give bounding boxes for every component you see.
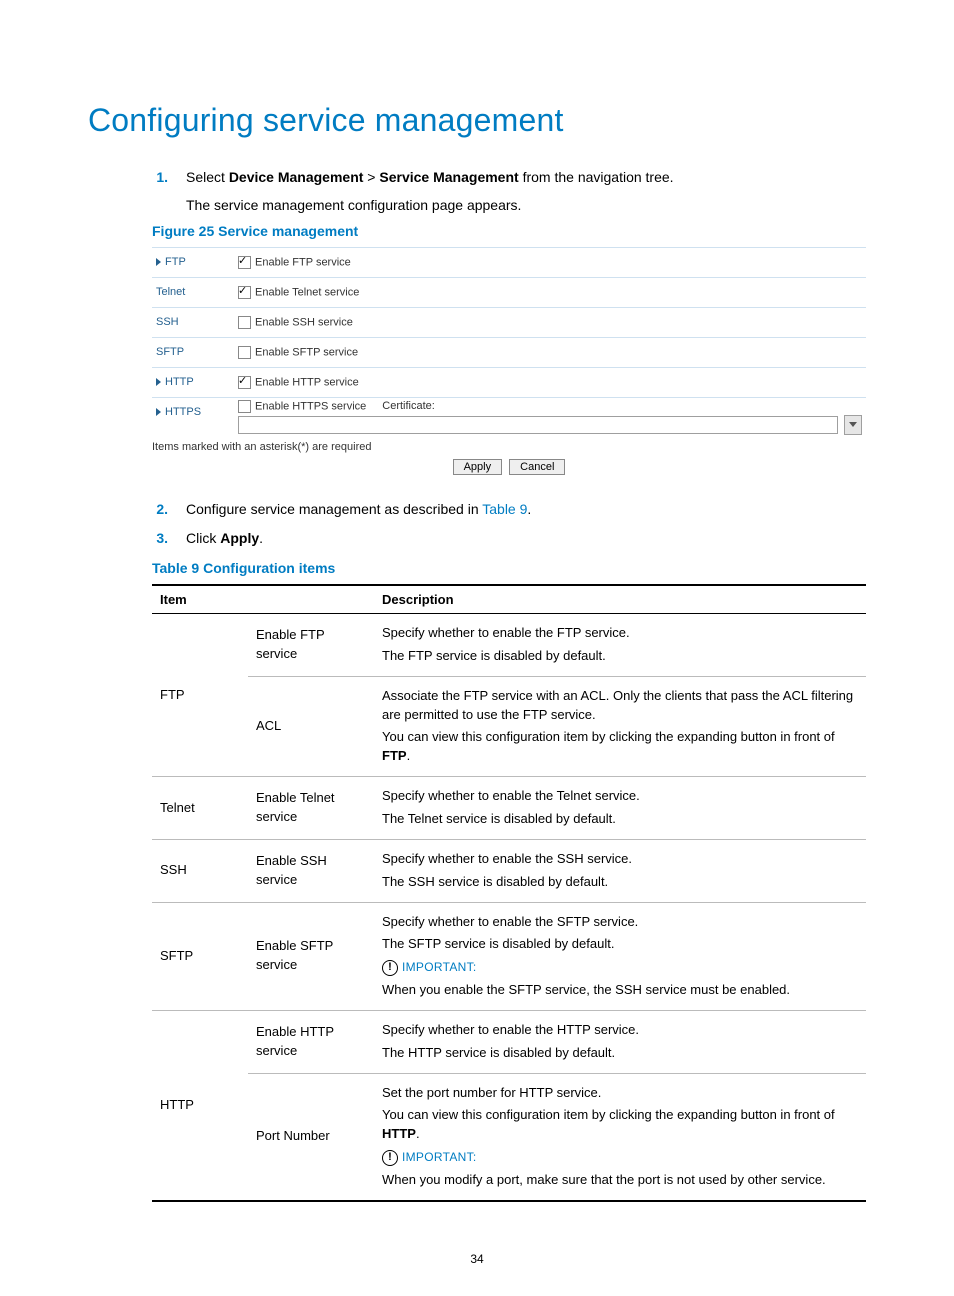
item-http-port: Port Number [248, 1073, 374, 1201]
item-enable-telnet: Enable Telnet service [248, 777, 374, 840]
desc-sftp-1: Specify whether to enable the SFTP servi… [382, 913, 858, 932]
http-label-text: HTTP [165, 376, 194, 388]
ssh-row-label: SSH [156, 316, 238, 328]
step-1-text: Select Device Management > Service Manag… [186, 167, 866, 189]
table-9-link[interactable]: Table 9 [482, 501, 527, 517]
desc-sftp-3: When you enable the SFTP service, the SS… [382, 981, 858, 1000]
step-1-frag-a: Select [186, 169, 229, 185]
step-1-number: 1. [152, 167, 168, 189]
important-icon: ! [382, 960, 398, 976]
enable-sftp-checkbox[interactable] [238, 346, 251, 359]
desc-ssh-1: Specify whether to enable the SSH servic… [382, 850, 858, 869]
figure-25-caption: Figure 25 Service management [152, 223, 866, 239]
group-sftp: SFTP [152, 902, 248, 1010]
step-1-frag-c: > [363, 169, 379, 185]
desc-http-port-2: You can view this configuration item by … [382, 1106, 858, 1144]
desc-sftp-2: The SFTP service is disabled by default. [382, 935, 858, 954]
group-telnet: Telnet [152, 777, 248, 840]
step-3-frag-b: Apply [220, 530, 259, 546]
desc-http-port-3: When you modify a port, make sure that t… [382, 1171, 858, 1190]
enable-telnet-label: Enable Telnet service [255, 286, 359, 298]
step-1-frag-b: Device Management [229, 169, 364, 185]
step-2-frag-b: . [527, 501, 531, 517]
th-description: Description [374, 585, 866, 614]
page-number: 34 [0, 1252, 954, 1266]
certificate-dropdown-button[interactable] [844, 415, 862, 435]
enable-https-label: Enable HTTPS service [255, 400, 366, 412]
group-ssh: SSH [152, 839, 248, 902]
desc-telnet-1: Specify whether to enable the Telnet ser… [382, 787, 858, 806]
desc-http-port-1: Set the port number for HTTP service. [382, 1084, 858, 1103]
desc-ftp-acl-1: Associate the FTP service with an ACL. O… [382, 687, 858, 725]
desc-ftp-enable-2: The FTP service is disabled by default. [382, 647, 858, 666]
expand-icon[interactable] [156, 258, 161, 266]
enable-sftp-label: Enable SFTP service [255, 346, 358, 358]
desc-ssh-2: The SSH service is disabled by default. [382, 873, 858, 892]
item-enable-ssh: Enable SSH service [248, 839, 374, 902]
group-http: HTTP [152, 1010, 248, 1200]
step-2-frag-a: Configure service management as describe… [186, 501, 482, 517]
table-9-caption: Table 9 Configuration items [152, 560, 866, 576]
item-enable-sftp: Enable SFTP service [248, 902, 374, 1010]
cancel-button[interactable]: Cancel [509, 459, 565, 475]
important-label: IMPORTANT: [402, 960, 477, 974]
step-3-text: Click Apply. [186, 528, 866, 550]
enable-ftp-label: Enable FTP service [255, 256, 351, 268]
expand-icon[interactable] [156, 408, 161, 416]
desc-telnet-2: The Telnet service is disabled by defaul… [382, 810, 858, 829]
step-3-frag-a: Click [186, 530, 220, 546]
certificate-label: Certificate: [382, 400, 435, 412]
important-label: IMPORTANT: [402, 1150, 477, 1164]
ftp-label-text: FTP [165, 256, 186, 268]
enable-https-checkbox[interactable] [238, 400, 251, 413]
sftp-row-label: SFTP [156, 346, 238, 358]
item-enable-http: Enable HTTP service [248, 1010, 374, 1073]
required-note: Items marked with an asterisk(*) are req… [152, 441, 866, 453]
page-title: Configuring service management [88, 102, 866, 139]
step-2-number: 2. [152, 499, 168, 521]
service-management-panel: FTP Enable FTP service Telnet Enable Tel… [152, 247, 866, 475]
telnet-row-label: Telnet [156, 286, 238, 298]
item-enable-ftp: Enable FTP service [248, 614, 374, 677]
step-1-sub: The service management configuration pag… [186, 197, 866, 213]
desc-http-enable-1: Specify whether to enable the HTTP servi… [382, 1021, 858, 1040]
step-1-frag-d: Service Management [379, 169, 518, 185]
th-item: Item [152, 585, 374, 614]
desc-ftp-acl-2: You can view this configuration item by … [382, 728, 858, 766]
expand-icon[interactable] [156, 378, 161, 386]
step-2-text: Configure service management as describe… [186, 499, 866, 521]
enable-ssh-label: Enable SSH service [255, 316, 353, 328]
desc-ftp-enable-1: Specify whether to enable the FTP servic… [382, 624, 858, 643]
item-ftp-acl: ACL [248, 676, 374, 776]
important-icon: ! [382, 1150, 398, 1166]
https-label-text: HTTPS [165, 406, 201, 418]
desc-http-enable-2: The HTTP service is disabled by default. [382, 1044, 858, 1063]
enable-ssh-checkbox[interactable] [238, 316, 251, 329]
enable-http-label: Enable HTTP service [255, 376, 359, 388]
enable-telnet-checkbox[interactable] [238, 286, 251, 299]
apply-button[interactable]: Apply [453, 459, 503, 475]
step-1-frag-e: from the navigation tree. [519, 169, 674, 185]
https-row-label[interactable]: HTTPS [156, 400, 238, 418]
enable-ftp-checkbox[interactable] [238, 256, 251, 269]
configuration-items-table: Item Description FTP Enable FTP service … [152, 584, 866, 1202]
http-row-label[interactable]: HTTP [156, 376, 238, 388]
group-ftp: FTP [152, 614, 248, 777]
ftp-row-label[interactable]: FTP [156, 256, 238, 268]
step-3-frag-c: . [259, 530, 263, 546]
step-3-number: 3. [152, 528, 168, 550]
enable-http-checkbox[interactable] [238, 376, 251, 389]
certificate-input[interactable] [238, 416, 838, 434]
